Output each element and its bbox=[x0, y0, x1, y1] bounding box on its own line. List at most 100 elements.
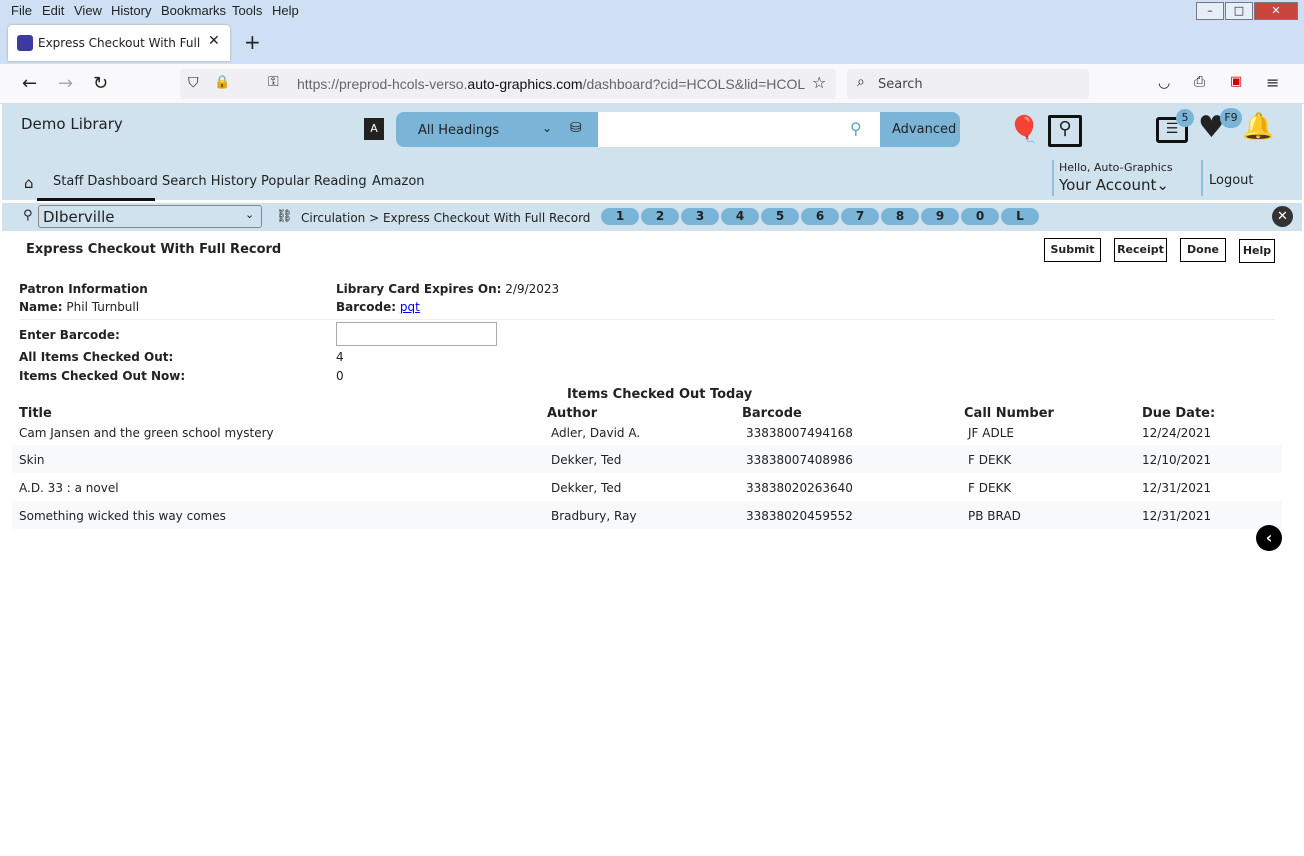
url-text: https://preprod-hcols-verso.auto-graphic… bbox=[297, 76, 806, 92]
nav-search-history[interactable]: Search History bbox=[162, 174, 257, 189]
close-tab-icon[interactable]: ✕ bbox=[208, 33, 220, 49]
cell-title: A.D. 33 : a novel bbox=[19, 481, 119, 495]
cell-author: Bradbury, Ray bbox=[551, 509, 637, 523]
header-title: Title bbox=[19, 406, 52, 421]
quick-key-3[interactable]: 3 bbox=[681, 208, 719, 225]
cell-barcode: 33838020263640 bbox=[746, 481, 853, 495]
library-name: Demo Library bbox=[21, 115, 123, 133]
home-icon[interactable]: ⌂ bbox=[24, 174, 34, 192]
branch-select[interactable]: DIberville ⌄ bbox=[38, 205, 262, 228]
search-placeholder: Search bbox=[878, 77, 923, 92]
favorites-badge: F9 bbox=[1220, 108, 1242, 128]
back-icon[interactable]: ← bbox=[22, 73, 37, 94]
quick-key-6[interactable]: 6 bbox=[801, 208, 839, 225]
quick-key-1[interactable]: 1 bbox=[601, 208, 639, 225]
hamburger-menu-icon[interactable]: ≡ bbox=[1266, 73, 1279, 92]
shield-icon: ⛉ bbox=[188, 75, 199, 91]
nav-staff-dashboard[interactable]: Staff Dashboard bbox=[53, 174, 158, 189]
cell-author: Dekker, Ted bbox=[551, 453, 622, 467]
greeting: Hello, Auto-Graphics bbox=[1059, 161, 1173, 174]
cell-due-date: 12/31/2021 bbox=[1142, 509, 1212, 523]
maximize-button[interactable]: □ bbox=[1225, 2, 1253, 20]
branch-value: DIberville bbox=[43, 208, 115, 226]
bookmark-star-icon[interactable]: ☆ bbox=[812, 73, 826, 92]
minimize-button[interactable]: – bbox=[1196, 2, 1224, 20]
quick-key-8[interactable]: 8 bbox=[881, 208, 919, 225]
menu-help[interactable]: Help bbox=[272, 3, 299, 18]
nav-popular-reading[interactable]: Popular Reading bbox=[261, 174, 367, 189]
catalog-search-icon[interactable]: ⚲ bbox=[1048, 115, 1082, 147]
chevron-left-icon[interactable]: ‹ bbox=[1256, 525, 1282, 551]
forward-icon[interactable]: → bbox=[58, 73, 73, 94]
breadcrumb: Circulation > Express Checkout With Full… bbox=[301, 211, 591, 225]
header-author: Author bbox=[547, 406, 598, 421]
search-icon[interactable]: ⚲ bbox=[850, 119, 862, 138]
menu-file[interactable]: File bbox=[11, 3, 32, 18]
menu-history[interactable]: History bbox=[111, 3, 151, 18]
done-button[interactable]: Done bbox=[1180, 238, 1226, 262]
divider bbox=[1052, 160, 1054, 196]
print-icon[interactable]: ⎙ bbox=[1194, 74, 1205, 90]
menu-view[interactable]: View bbox=[74, 3, 102, 18]
divider bbox=[1201, 160, 1203, 196]
quick-key-2[interactable]: 2 bbox=[641, 208, 679, 225]
quick-key-5[interactable]: 5 bbox=[761, 208, 799, 225]
cell-due-date: 12/10/2021 bbox=[1142, 453, 1212, 467]
page-title: Express Checkout With Full Record bbox=[26, 242, 282, 257]
quick-key-9[interactable]: 9 bbox=[921, 208, 959, 225]
new-tab-button[interactable]: + bbox=[244, 30, 261, 54]
browser-tab[interactable]: Express Checkout With Full Rec ✕ bbox=[8, 25, 230, 61]
card-expiry: Library Card Expires On: 2/9/2023 bbox=[336, 282, 560, 296]
enter-barcode-label: Enter Barcode: bbox=[19, 328, 120, 342]
header-call-number: Call Number bbox=[964, 406, 1054, 421]
quick-key-4[interactable]: 4 bbox=[721, 208, 759, 225]
reload-icon[interactable]: ↻ bbox=[93, 73, 108, 94]
logout-link[interactable]: Logout bbox=[1209, 173, 1254, 188]
row-background bbox=[12, 445, 1282, 473]
favicon-icon bbox=[17, 35, 33, 51]
receipt-button[interactable]: Receipt bbox=[1114, 238, 1167, 262]
key-icon: ⚿ bbox=[268, 74, 279, 90]
cell-author: Adler, David A. bbox=[551, 426, 641, 440]
close-window-button[interactable]: ✕ bbox=[1254, 2, 1298, 20]
heading-select[interactable]: All Headings bbox=[418, 123, 499, 138]
bell-icon[interactable]: 🔔 bbox=[1242, 112, 1274, 142]
menu-edit[interactable]: Edit bbox=[42, 3, 64, 18]
nav-amazon[interactable]: Amazon bbox=[372, 174, 425, 189]
balloon-icon[interactable]: 🎈 bbox=[1008, 115, 1040, 145]
menu-bookmarks[interactable]: Bookmarks bbox=[161, 3, 226, 18]
cell-author: Dekker, Ted bbox=[551, 481, 622, 495]
your-account-menu[interactable]: Your Account⌄ bbox=[1059, 176, 1169, 194]
submit-button[interactable]: Submit bbox=[1044, 238, 1101, 262]
extension-icon[interactable]: ▣ bbox=[1230, 74, 1242, 89]
menu-tools[interactable]: Tools bbox=[232, 3, 262, 18]
link-icon: ⛓ bbox=[276, 209, 293, 224]
browser-search[interactable]: ⌕ Search bbox=[847, 69, 1089, 99]
translate-icon[interactable]: A bbox=[364, 118, 384, 140]
header-barcode: Barcode bbox=[742, 406, 802, 421]
database-icon[interactable]: ⛁ bbox=[570, 120, 582, 136]
quick-key-7[interactable]: 7 bbox=[841, 208, 879, 225]
patron-info-heading: Patron Information bbox=[19, 282, 148, 296]
cell-barcode: 33838020459552 bbox=[746, 509, 853, 523]
items-now-value: 0 bbox=[336, 369, 344, 383]
divider bbox=[19, 319, 1275, 320]
search-input[interactable] bbox=[598, 112, 880, 147]
cell-due-date: 12/31/2021 bbox=[1142, 481, 1212, 495]
patron-barcode: Barcode: pqt bbox=[336, 300, 420, 314]
table-caption: Items Checked Out Today bbox=[567, 387, 753, 402]
url-bar[interactable]: ⛉ 🔒 ⚿ https://preprod-hcols-verso.auto-g… bbox=[180, 69, 836, 99]
cell-due-date: 12/24/2021 bbox=[1142, 426, 1212, 440]
list-badge: 5 bbox=[1176, 109, 1194, 127]
barcode-input[interactable] bbox=[336, 322, 497, 346]
pocket-icon[interactable]: ◡ bbox=[1158, 75, 1170, 91]
barcode-link[interactable]: pqt bbox=[400, 300, 420, 314]
close-icon[interactable]: ✕ bbox=[1272, 206, 1293, 227]
advanced-search-button[interactable]: Advanced bbox=[892, 122, 956, 137]
help-button[interactable]: Help bbox=[1239, 239, 1275, 263]
quick-key-0[interactable]: 0 bbox=[961, 208, 999, 225]
search-bar: All Headings ⌄ ⛁ ⚲ Advanced bbox=[396, 112, 960, 147]
quick-key-L[interactable]: L bbox=[1001, 208, 1039, 225]
cell-call-number: F DEKK bbox=[968, 453, 1012, 467]
chevron-down-icon[interactable]: ⌄ bbox=[542, 121, 552, 135]
